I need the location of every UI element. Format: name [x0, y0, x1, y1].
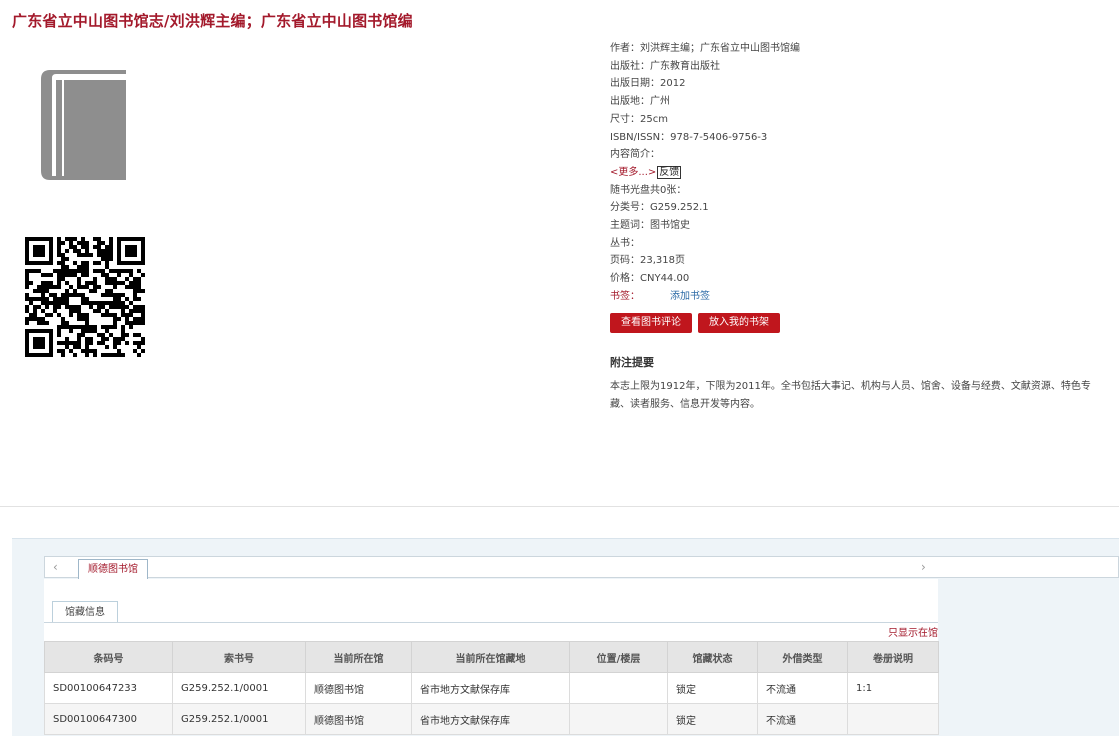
add-bookmark-link[interactable]: 添加书签 [670, 291, 710, 302]
table-cell [569, 703, 668, 735]
column-header: 索书号 [172, 641, 306, 673]
table-cell: G259.252.1/0001 [172, 672, 306, 704]
class-no-line: 分类号：G259.252.1 [610, 202, 709, 214]
table-cell: 锁定 [667, 672, 758, 704]
pub-date-line: 出版日期：2012 [610, 78, 686, 90]
table-row: SD00100647233 G259.252.1/0001 顺德图书馆 省市地方… [44, 672, 939, 704]
table-cell [847, 703, 939, 735]
column-header: 当前所在馆藏地 [411, 641, 570, 673]
isbn-line: ISBN/ISSN：978-7-5406-9756-3 [610, 131, 768, 143]
feedback-button[interactable]: 反馈 [657, 165, 682, 179]
table-cell: 顺德图书馆 [305, 703, 412, 735]
book-icon [38, 68, 130, 182]
table-cell: 顺德图书馆 [305, 672, 412, 704]
table-header-row: 条码号 索书号 当前所在馆 当前所在馆藏地 位置/楼层 馆藏状态 外借类型 卷册… [44, 641, 939, 673]
more-link[interactable]: <更多...> [610, 167, 656, 178]
library-tab-bar: ‹ 顺德图书馆 › [44, 556, 1119, 580]
summary-line: 内容简介： [610, 149, 660, 161]
only-in-library-link[interactable]: 只显示在馆 [888, 624, 938, 639]
view-reviews-button[interactable]: 查看图书评论 [610, 313, 692, 333]
add-to-shelf-button[interactable]: 放入我的书架 [698, 313, 780, 333]
column-header: 馆藏状态 [667, 641, 758, 673]
summary-actions: <更多...> 反馈 [610, 164, 800, 182]
holdings-content: 馆藏信息 只显示在馆 条码号 索书号 当前所在馆 当前所在馆藏地 位置/楼层 馆… [44, 579, 939, 735]
table-cell: 不流通 [757, 703, 848, 735]
action-buttons: 查看图书评论 放入我的书架 [610, 310, 786, 333]
size-line: 尺寸：25cm [610, 113, 668, 125]
table-row: SD00100647300 G259.252.1/0001 顺德图书馆 省市地方… [44, 703, 939, 735]
page-title: 广东省立中山图书馆志/刘洪辉主编；广东省立中山图书馆编 [12, 12, 413, 30]
column-header: 条码号 [44, 641, 173, 673]
notes-title: 附注提要 [610, 356, 654, 369]
column-header: 当前所在馆 [305, 641, 412, 673]
tab-library[interactable]: 顺德图书馆 [78, 559, 148, 580]
subtab-underline [44, 622, 938, 623]
table-cell: 锁定 [667, 703, 758, 735]
publisher-line: 出版社：广东教育出版社 [610, 60, 720, 72]
tab-holdings-info[interactable]: 馆藏信息 [52, 601, 118, 623]
table-cell: 省市地方文献保存库 [411, 703, 570, 735]
table-cell: SD00100647233 [44, 672, 173, 704]
column-header: 外借类型 [757, 641, 848, 673]
column-header: 卷册说明 [847, 641, 939, 673]
subject-line: 主题词：图书馆史 [610, 220, 690, 232]
table-cell [569, 672, 668, 704]
table-cell: 不流通 [757, 672, 848, 704]
bookmark-label: 书签： [610, 290, 640, 302]
cd-line: 随书光盘共0张： [610, 184, 687, 196]
book-metadata: 作者：刘洪辉主编；广东省立中山图书馆编 出版社：广东教育出版社 出版日期：201… [610, 40, 800, 306]
author-line: 作者：刘洪辉主编；广东省立中山图书馆编 [610, 43, 800, 54]
chevron-left-icon[interactable]: ‹ [53, 560, 58, 574]
price-line: 价格：CNY44.00 [610, 273, 690, 285]
table-cell: 1:1 [847, 672, 939, 704]
holdings-table: 条码号 索书号 当前所在馆 当前所在馆藏地 位置/楼层 馆藏状态 外借类型 卷册… [44, 641, 939, 735]
qr-code-icon [25, 237, 145, 357]
series-line: 丛书： [610, 237, 640, 249]
column-header: 位置/楼层 [569, 641, 668, 673]
chevron-right-icon[interactable]: › [921, 560, 926, 574]
table-cell: 省市地方文献保存库 [411, 672, 570, 704]
pub-place-line: 出版地：广州 [610, 96, 670, 108]
pages-line: 页码：23,318页 [610, 255, 685, 267]
bookmark-line: 书签： 添加书签 [610, 288, 800, 306]
notes-text: 本志上限为1912年，下限为2011年。全书包括大事记、机构与人员、馆舍、设备与… [610, 381, 1091, 410]
table-cell: G259.252.1/0001 [172, 703, 306, 735]
table-cell: SD00100647300 [44, 703, 173, 735]
section-divider [0, 506, 1119, 507]
